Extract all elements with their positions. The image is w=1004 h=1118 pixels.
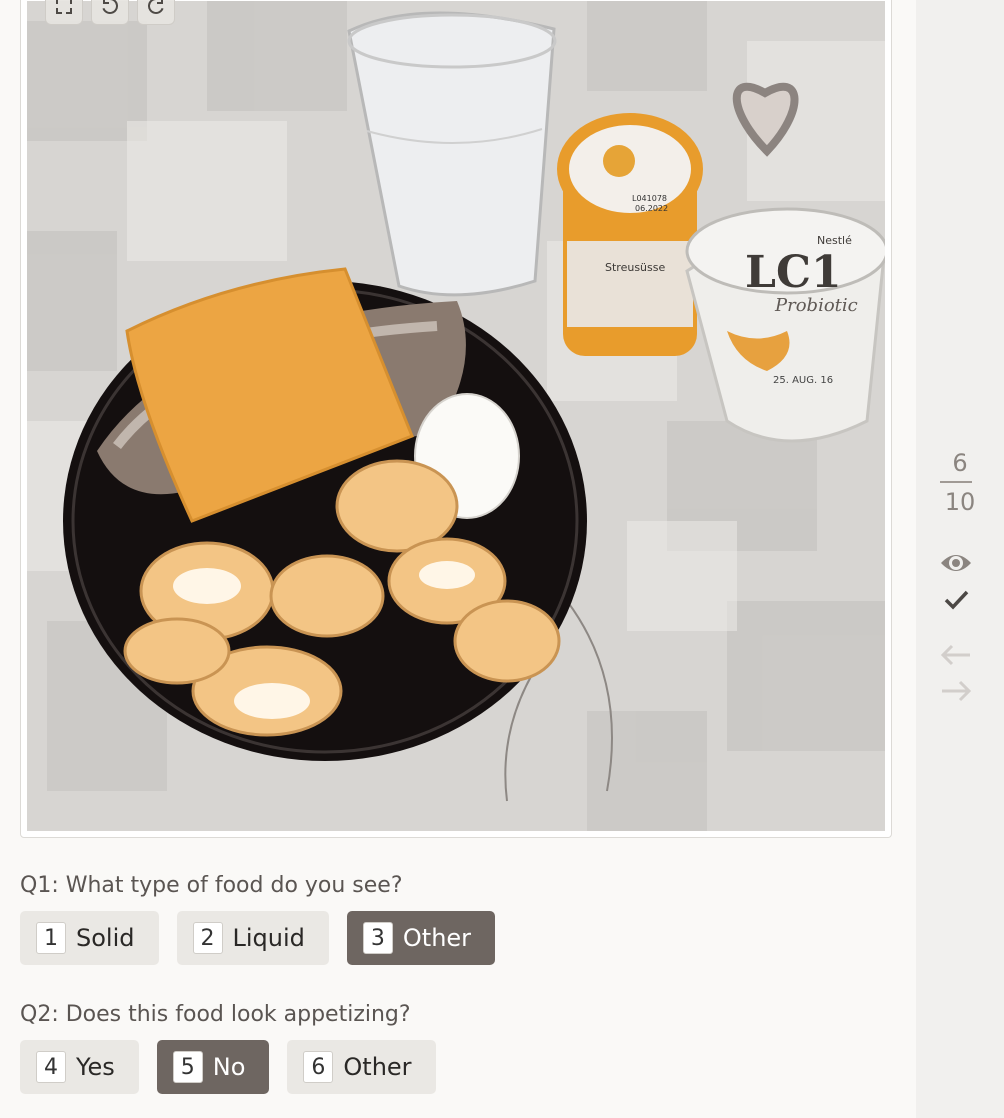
submit-button[interactable] — [938, 585, 974, 615]
question-2-options: 4 Yes 5 No 6 Other — [20, 1040, 436, 1094]
progress-current: 6 — [952, 449, 968, 477]
option-label: Yes — [76, 1053, 115, 1081]
svg-text:06.2022: 06.2022 — [635, 204, 668, 213]
fullscreen-button[interactable] — [45, 0, 83, 25]
hotkey: 1 — [36, 922, 66, 954]
check-icon — [944, 590, 969, 610]
task-panel: Streusüsse L041078 06.2022 LC1 Nestlé Pr… — [0, 0, 916, 1118]
option-other-q2[interactable]: 6 Other — [287, 1040, 436, 1094]
hotkey: 5 — [172, 1051, 203, 1083]
svg-text:Nestlé: Nestlé — [817, 234, 852, 247]
option-label: No — [212, 1053, 246, 1081]
svg-text:25. AUG. 16: 25. AUG. 16 — [773, 375, 833, 386]
question-1-label: Q1: What type of food do you see? — [20, 873, 403, 898]
rotate-right-icon — [147, 0, 164, 14]
hotkey: 2 — [192, 922, 223, 954]
option-label: Liquid — [232, 924, 305, 952]
option-liquid[interactable]: 2 Liquid — [176, 911, 329, 965]
view-button[interactable] — [938, 548, 974, 578]
option-no[interactable]: 5 No — [156, 1040, 270, 1094]
rotate-right-button[interactable] — [137, 0, 175, 25]
option-yes[interactable]: 4 Yes — [20, 1040, 139, 1094]
arrow-left-icon — [940, 644, 970, 666]
progress-total: 10 — [944, 488, 976, 516]
next-button[interactable] — [938, 676, 974, 706]
svg-text:Probiotic: Probiotic — [774, 295, 858, 316]
option-other-q1[interactable]: 3 Other — [346, 911, 496, 965]
question-1-options: 1 Solid 2 Liquid 3 Other — [20, 911, 496, 965]
option-solid[interactable]: 1 Solid — [20, 911, 159, 965]
option-label: Other — [402, 924, 472, 952]
progress-divider — [940, 481, 972, 483]
option-label: Other — [343, 1053, 412, 1081]
hotkey: 3 — [362, 922, 393, 954]
rotate-left-icon — [102, 0, 119, 14]
svg-text:LC1: LC1 — [745, 247, 842, 298]
image-viewer[interactable]: Streusüsse L041078 06.2022 LC1 Nestlé Pr… — [20, 0, 892, 838]
svg-text:L041078: L041078 — [632, 194, 667, 203]
arrow-right-icon — [942, 680, 972, 702]
rotate-left-button[interactable] — [91, 0, 129, 25]
fullscreen-icon — [56, 0, 72, 14]
food-photo: Streusüsse L041078 06.2022 LC1 Nestlé Pr… — [27, 1, 885, 831]
question-2-label: Q2: Does this food look appetizing? — [20, 1002, 411, 1027]
svg-text:Streusüsse: Streusüsse — [605, 261, 665, 274]
previous-button[interactable] — [938, 640, 974, 670]
eye-icon — [941, 555, 971, 571]
option-label: Solid — [76, 924, 135, 952]
hotkey: 4 — [36, 1051, 66, 1083]
hotkey: 6 — [303, 1051, 334, 1083]
